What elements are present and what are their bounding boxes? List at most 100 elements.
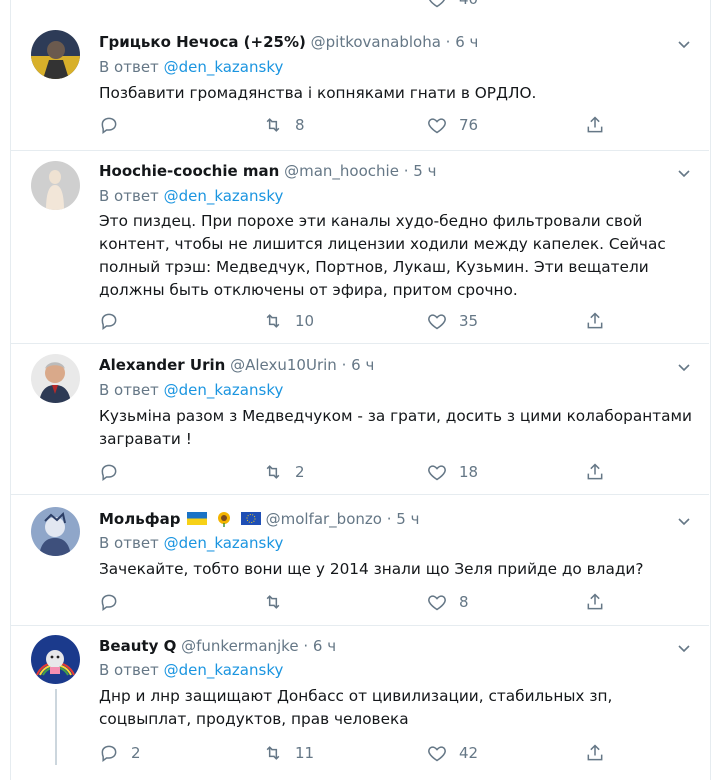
like-icon	[428, 314, 446, 330]
author-handle[interactable]: @molfar_bonzo	[266, 510, 382, 528]
author-name[interactable]: Грицько Нечоса (+25%)	[99, 33, 306, 51]
avatar[interactable]	[31, 161, 80, 210]
avatar[interactable]	[31, 635, 80, 684]
tweet-time[interactable]: 6 ч	[313, 637, 336, 655]
tweet[interactable]: Грицько Нечоса (+25%) @pitkovanabloha · …	[11, 17, 709, 151]
reply-icon	[101, 464, 117, 481]
share-icon	[587, 593, 603, 610]
separator-dot: ·	[386, 510, 392, 528]
reply-button[interactable]	[99, 310, 131, 332]
sunflower-icon	[218, 512, 231, 527]
action-bar: 8 76	[99, 114, 609, 136]
retweet-icon	[266, 746, 280, 760]
tweet-text: Кузьміна разом з Медведчуком - за грати,…	[99, 407, 692, 448]
like-button[interactable]: 40	[427, 0, 478, 10]
author-handle[interactable]: @pitkovanabloha	[311, 33, 441, 51]
share-button[interactable]	[585, 591, 605, 613]
reply-context: В ответ @den_kazansky	[99, 534, 283, 552]
retweet-icon	[266, 595, 280, 609]
reply-mention[interactable]: @den_kazansky	[164, 58, 284, 76]
reply-mention[interactable]: @den_kazansky	[164, 381, 284, 399]
share-button[interactable]	[585, 461, 605, 483]
tweet-time[interactable]: 6 ч	[455, 33, 478, 51]
tweet[interactable]: Alexander Urin @Alexu10Urin · 6 ч В отве…	[11, 343, 709, 495]
like-button[interactable]: 35	[427, 310, 478, 332]
tweet[interactable]: Hoochie-coochie man @man_hoochie · 5 ч В…	[11, 150, 709, 344]
tweet[interactable]: Beauty Q @funkermanjke · 6 ч В ответ @de…	[11, 625, 709, 765]
share-button[interactable]	[585, 114, 605, 136]
reply-context: В ответ @den_kazansky	[99, 661, 283, 679]
retweet-button[interactable]: 2	[263, 461, 305, 483]
tweet-header: Alexander Urin @Alexu10Urin · 6 ч	[99, 356, 374, 374]
like-button[interactable]: 8	[427, 591, 469, 613]
tweet-header: Грицько Нечоса (+25%) @pitkovanabloha · …	[99, 33, 478, 51]
chevron-down-icon[interactable]	[677, 37, 691, 51]
like-icon	[428, 0, 446, 8]
separator-dot: ·	[403, 162, 409, 180]
retweet-button[interactable]: 10	[263, 310, 314, 332]
tweet-header: Hoochie-coochie man @man_hoochie · 5 ч	[99, 162, 436, 180]
author-name[interactable]: Beauty Q	[99, 637, 176, 655]
like-icon	[428, 746, 446, 762]
tweet-time[interactable]: 5 ч	[396, 510, 419, 528]
avatar[interactable]	[31, 354, 80, 403]
reply-icon	[101, 313, 117, 330]
tweet-header: Beauty Q @funkermanjke · 6 ч	[99, 637, 336, 655]
tweet-time[interactable]: 6 ч	[351, 356, 374, 374]
share-icon	[587, 312, 603, 329]
author-name[interactable]: Hoochie-coochie man	[99, 162, 279, 180]
thread-line	[55, 689, 57, 765]
chevron-down-icon[interactable]	[677, 641, 691, 655]
reply-prefix: В ответ	[99, 381, 159, 399]
retweet-button[interactable]: 11	[263, 742, 314, 764]
like-icon	[428, 118, 446, 134]
reply-button[interactable]	[99, 114, 131, 136]
reply-button[interactable]: 2	[99, 742, 141, 764]
like-icon	[428, 595, 446, 611]
retweet-button[interactable]	[263, 591, 295, 613]
reply-mention[interactable]: @den_kazansky	[164, 187, 284, 205]
reply-icon	[101, 594, 117, 611]
share-icon	[587, 744, 603, 761]
author-handle[interactable]: @Alexu10Urin	[230, 356, 337, 374]
author-name[interactable]: Мольфар	[99, 510, 180, 528]
chevron-down-icon[interactable]	[677, 360, 691, 374]
like-button[interactable]: 42	[427, 742, 478, 764]
author-handle[interactable]: @funkermanjke	[181, 637, 298, 655]
separator-dot: ·	[303, 637, 309, 655]
ukraine-flag-icon	[187, 512, 208, 525]
chevron-down-icon[interactable]	[677, 514, 691, 528]
reply-mention[interactable]: @den_kazansky	[164, 661, 284, 679]
tweet[interactable]: Мольфар @molfar_bonzo · 5 ч В ответ @den…	[11, 494, 709, 626]
reply-prefix: В ответ	[99, 661, 159, 679]
like-button[interactable]: 76	[427, 114, 478, 136]
author-name[interactable]: Alexander Urin	[99, 356, 225, 374]
retweet-icon	[266, 118, 280, 132]
reply-mention[interactable]: @den_kazansky	[164, 534, 284, 552]
tweet-header: Мольфар @molfar_bonzo · 5 ч	[99, 510, 419, 528]
avatar[interactable]	[31, 507, 80, 556]
author-handle[interactable]: @man_hoochie	[284, 162, 399, 180]
chevron-down-icon[interactable]	[677, 166, 691, 180]
retweet-button[interactable]: 8	[263, 114, 305, 136]
retweet-icon	[266, 465, 280, 479]
action-bar: 2 11 42	[99, 742, 609, 764]
reply-icon	[101, 117, 117, 134]
tweet-text: Днр и лнр защищают Донбасс от цивилизаци…	[99, 687, 613, 728]
tweet-text: Позбавити громадянства і копняками гнати…	[99, 84, 537, 102]
reply-button[interactable]	[99, 461, 131, 483]
share-button[interactable]	[585, 742, 605, 764]
avatar[interactable]	[31, 30, 80, 79]
reply-prefix: В ответ	[99, 187, 159, 205]
reply-button[interactable]	[99, 591, 131, 613]
reply-context: В ответ @den_kazansky	[99, 58, 283, 76]
share-icon	[587, 116, 603, 133]
tweet-text: Зачекайте, тобто вони ще у 2014 знали що…	[99, 560, 644, 578]
tweet-text: Это пиздец. При порохе эти каналы худо-б…	[99, 212, 666, 299]
like-icon	[428, 465, 446, 481]
share-icon	[587, 463, 603, 480]
action-bar: 8	[99, 591, 609, 613]
share-button[interactable]	[585, 310, 605, 332]
like-button[interactable]: 18	[427, 461, 478, 483]
tweet-time[interactable]: 5 ч	[413, 162, 436, 180]
